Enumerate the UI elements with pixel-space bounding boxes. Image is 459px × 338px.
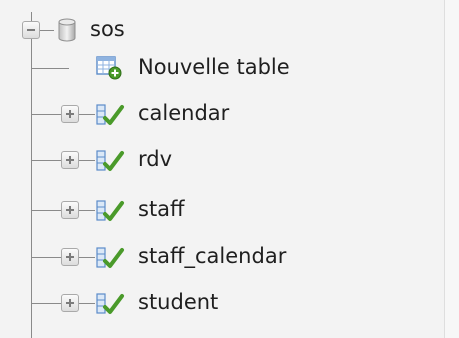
tree-connector bbox=[79, 114, 95, 115]
tree-connector bbox=[31, 160, 61, 161]
tree-connector bbox=[79, 160, 95, 161]
table-label[interactable]: calendar bbox=[138, 101, 229, 125]
database-icon bbox=[58, 18, 76, 42]
expand-icon[interactable] bbox=[61, 105, 79, 123]
tree-row-table[interactable]: staff_calendar bbox=[0, 239, 445, 275]
tree-row-table[interactable]: rdv bbox=[0, 142, 445, 178]
new-table-label[interactable]: Nouvelle table bbox=[138, 55, 290, 79]
table-label[interactable]: staff bbox=[138, 197, 185, 221]
table-label[interactable]: student bbox=[138, 290, 218, 314]
tree-connector bbox=[31, 257, 61, 258]
expand-icon[interactable] bbox=[61, 201, 79, 219]
tree-row-database[interactable]: sos bbox=[0, 12, 445, 48]
table-icon bbox=[96, 293, 124, 314]
collapse-icon[interactable] bbox=[22, 21, 40, 39]
table-icon bbox=[96, 150, 124, 171]
expand-icon[interactable] bbox=[61, 151, 79, 169]
tree-row-table[interactable]: calendar bbox=[0, 96, 445, 132]
navigation-tree: sos Nouvelle table calendar rdv staff st… bbox=[0, 0, 445, 338]
database-name[interactable]: sos bbox=[90, 17, 125, 41]
table-icon bbox=[96, 247, 124, 268]
tree-connector bbox=[31, 210, 61, 211]
panel-divider[interactable] bbox=[444, 0, 459, 338]
expand-icon[interactable] bbox=[61, 294, 79, 312]
new-table-icon bbox=[96, 56, 122, 80]
tree-row-table[interactable]: staff bbox=[0, 192, 445, 228]
table-label[interactable]: rdv bbox=[138, 147, 172, 171]
tree-connector bbox=[40, 30, 54, 31]
tree-row-new-table[interactable]: Nouvelle table bbox=[0, 50, 445, 86]
tree-connector bbox=[31, 303, 61, 304]
table-icon bbox=[96, 200, 124, 221]
tree-connector bbox=[79, 303, 95, 304]
tree-connector bbox=[79, 257, 95, 258]
table-label[interactable]: staff_calendar bbox=[138, 244, 286, 268]
table-icon bbox=[96, 104, 124, 125]
tree-connector bbox=[31, 68, 69, 69]
expand-icon[interactable] bbox=[61, 248, 79, 266]
tree-row-table[interactable]: student bbox=[0, 285, 445, 321]
tree-connector bbox=[31, 114, 61, 115]
tree-connector bbox=[79, 210, 95, 211]
